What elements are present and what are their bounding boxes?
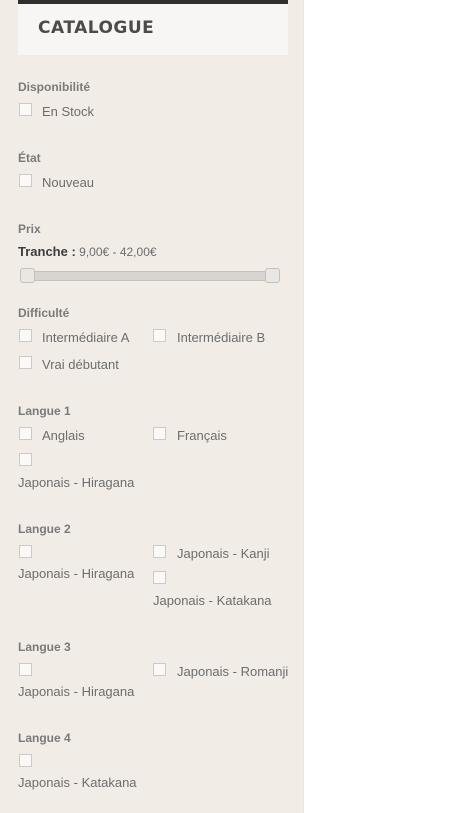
option-label-anglais[interactable]: Anglais: [42, 428, 85, 443]
filter-title-langue-2: Langue 2: [18, 522, 71, 536]
filter-title-disponibilite: Disponibilité: [18, 80, 90, 94]
checkbox-langue2-hiragana[interactable]: [19, 545, 32, 558]
filter-sidebar: CATALOGUE Disponibilité En Stock État No…: [0, 0, 304, 813]
checkbox-langue1-hiragana[interactable]: [19, 453, 32, 466]
checkbox-nouveau[interactable]: [19, 174, 32, 187]
option-label-francais[interactable]: Français: [177, 428, 227, 443]
option-label-langue3-hiragana[interactable]: Japonais - Hiragana: [18, 684, 134, 699]
price-slider-track[interactable]: [20, 271, 280, 281]
filter-title-difficulte: Difficulté: [18, 306, 70, 320]
checkbox-en-stock[interactable]: [19, 103, 32, 116]
option-label-nouveau[interactable]: Nouveau: [42, 175, 94, 190]
checkbox-vrai-debutant[interactable]: [19, 356, 32, 369]
option-label-langue4-katakana[interactable]: Japonais - Katakana: [18, 775, 137, 790]
price-range-value: 9,00€ - 42,00€: [79, 245, 157, 259]
filter-title-etat: État: [18, 151, 41, 165]
checkbox-langue2-katakana[interactable]: [153, 571, 166, 584]
price-range-label: Tranche : 9,00€ - 42,00€: [18, 244, 157, 259]
option-label-intermediaire-b[interactable]: Intermédiaire B: [177, 330, 265, 345]
checkbox-langue4-katakana[interactable]: [19, 754, 32, 767]
price-slider-min-handle[interactable]: [20, 268, 35, 283]
option-label-langue2-kanji[interactable]: Japonais - Kanji: [177, 546, 270, 561]
catalogue-title: CATALOGUE: [38, 18, 155, 38]
catalogue-header: CATALOGUE: [18, 0, 288, 55]
option-label-vrai-debutant[interactable]: Vrai débutant: [42, 357, 119, 372]
checkbox-francais[interactable]: [153, 427, 166, 440]
filter-title-langue-4: Langue 4: [18, 731, 71, 745]
option-label-langue2-hiragana[interactable]: Japonais - Hiragana: [18, 566, 134, 581]
checkbox-anglais[interactable]: [19, 427, 32, 440]
checkbox-langue3-hiragana[interactable]: [19, 663, 32, 676]
filter-title-langue-3: Langue 3: [18, 640, 71, 654]
checkbox-langue2-kanji[interactable]: [153, 545, 166, 558]
price-slider-max-handle[interactable]: [265, 268, 280, 283]
checkbox-intermediaire-b[interactable]: [153, 329, 166, 342]
checkbox-langue3-romanji[interactable]: [153, 663, 166, 676]
filter-title-langue-1: Langue 1: [18, 404, 71, 418]
filter-title-prix: Prix: [18, 222, 41, 236]
option-label-langue2-katakana[interactable]: Japonais - Katakana: [153, 593, 272, 608]
option-label-en-stock[interactable]: En Stock: [42, 104, 94, 119]
checkbox-intermediaire-a[interactable]: [19, 329, 32, 342]
option-label-intermediaire-a[interactable]: Intermédiaire A: [42, 330, 129, 345]
option-label-langue3-romanji[interactable]: Japonais - Romanji: [177, 664, 288, 679]
price-range-prefix: Tranche :: [18, 244, 76, 259]
option-label-langue1-hiragana[interactable]: Japonais - Hiragana: [18, 475, 134, 490]
